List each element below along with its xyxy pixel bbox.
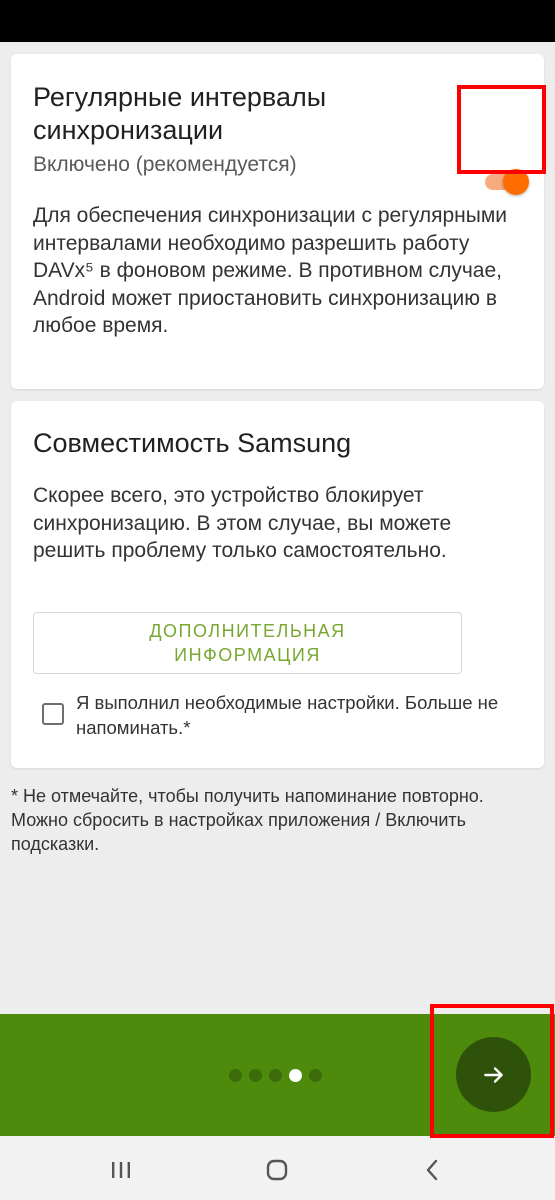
more-info-button[interactable]: ДОПОЛНИТЕЛЬНАЯ ИНФОРМАЦИЯ [33, 612, 462, 674]
page-dot-active [289, 1069, 302, 1082]
recent-apps-icon [112, 1162, 130, 1178]
page-dot [269, 1069, 282, 1082]
recent-apps-button[interactable] [101, 1150, 141, 1190]
samsung-compat-description: Скорее всего, это устройство блокирует с… [33, 484, 452, 562]
dont-remind-label[interactable]: Я выполнил необходимые настройки. Больше… [76, 690, 516, 740]
page-dot [229, 1069, 242, 1082]
samsung-compat-card: Совместимость Samsung Скорее всего, это … [11, 401, 544, 768]
home-icon [266, 1159, 288, 1181]
system-nav-bar [0, 1136, 555, 1200]
arrow-right-icon [483, 1066, 503, 1083]
sync-intervals-title: Регулярные интервалы синхронизации [33, 82, 327, 145]
sync-intervals-card: Регулярные интервалы синхронизации Включ… [11, 54, 544, 389]
samsung-compat-title: Совместимость Samsung [33, 428, 352, 458]
sync-intervals-description: Для обеспечения синхронизации с регулярн… [33, 204, 508, 337]
page-indicator [229, 1069, 322, 1082]
sync-intervals-toggle[interactable] [483, 167, 529, 197]
toggle-thumb [503, 169, 529, 195]
sync-intervals-status: Включено (рекомендуется) [33, 153, 297, 176]
back-button[interactable] [412, 1150, 452, 1190]
footnote: * Не отмечайте, чтобы получить напоминан… [11, 786, 484, 854]
status-bar [0, 0, 555, 42]
page-dot [309, 1069, 322, 1082]
page-dot [249, 1069, 262, 1082]
home-button[interactable] [257, 1150, 297, 1190]
back-icon [426, 1159, 438, 1181]
dont-remind-checkbox[interactable] [42, 703, 64, 725]
next-button[interactable] [456, 1037, 531, 1112]
